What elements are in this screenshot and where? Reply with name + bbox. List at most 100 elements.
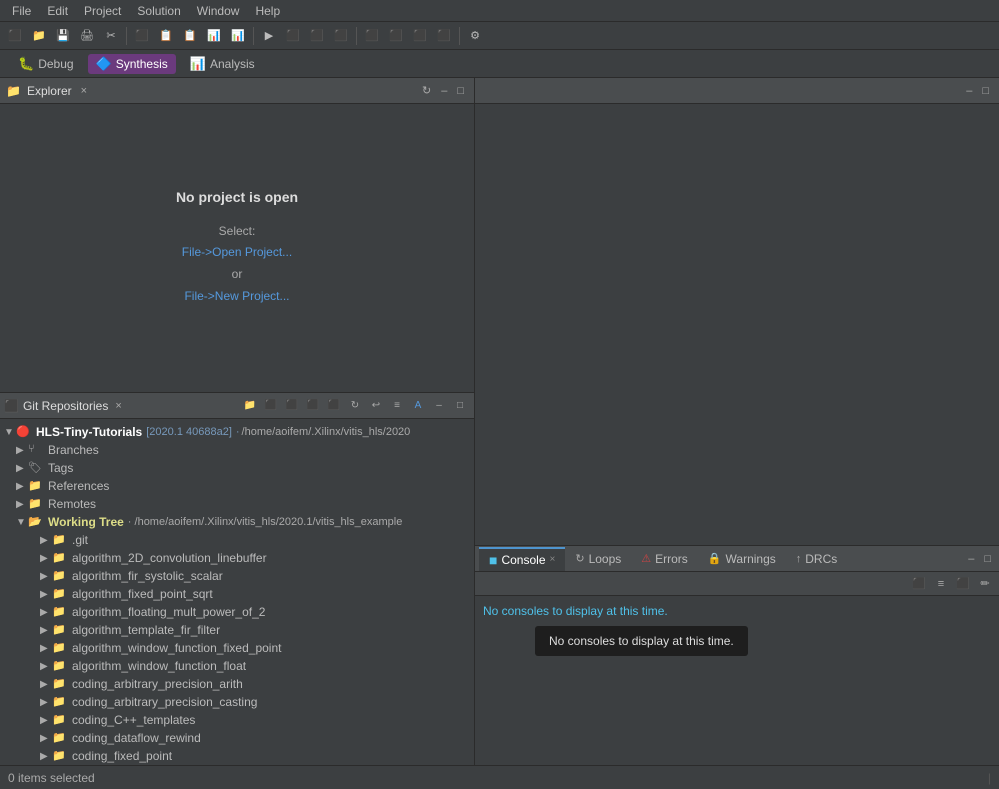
git-folder-item[interactable]: ▶ 📁 .git (0, 531, 474, 549)
right-maximize-btn[interactable]: □ (978, 84, 993, 98)
loops-tab-label: Loops (589, 552, 622, 566)
alg3-item[interactable]: ▶ 📁 algorithm_fixed_point_sqrt (0, 585, 474, 603)
menu-solution[interactable]: Solution (129, 2, 188, 20)
references-item[interactable]: ▶ 📁 References (0, 477, 474, 495)
git-btn-4[interactable]: ⬛ (303, 397, 323, 415)
toolbar-btn-11[interactable]: ▶ (258, 25, 280, 47)
git-maximize-btn[interactable]: □ (450, 397, 470, 415)
toolbar-btn-17[interactable]: ⬛ (409, 25, 431, 47)
cod3-item[interactable]: ▶ 📁 coding_C++_templates (0, 711, 474, 729)
cod2-item[interactable]: ▶ 📁 coding_arbitrary_precision_casting (0, 693, 474, 711)
cod1-label: coding_arbitrary_precision_arith (72, 677, 243, 691)
repo-root-item[interactable]: ▼ 🔴 HLS-Tiny-Tutorials [2020.1 40688a2] … (0, 423, 474, 441)
console-tab-errors[interactable]: ⚠ Errors (631, 549, 698, 569)
console-minimize-btn[interactable]: – (964, 552, 978, 566)
toolbar-btn-4[interactable]: 🖨 (76, 25, 98, 47)
git-btn-link[interactable]: A (408, 397, 428, 415)
right-top-controls: – □ (475, 78, 999, 104)
console-toolbar-btn-4[interactable]: ✏ (975, 575, 995, 593)
toolbar-btn-12[interactable]: ⬛ (282, 25, 304, 47)
toolbar-btn-19[interactable]: ⚙ (464, 25, 486, 47)
explorer-refresh-btn[interactable]: ↻ (418, 83, 435, 98)
menu-help[interactable]: Help (247, 2, 288, 20)
synthesis-tab-label: Synthesis (116, 57, 168, 71)
toolbar-btn-9[interactable]: 📊 (203, 25, 225, 47)
instruction-line1: Select: (182, 221, 292, 243)
toolbar-btn-2[interactable]: 📁 (28, 25, 50, 47)
explorer-close-btn[interactable]: × (78, 84, 90, 98)
git-btn-collapse[interactable]: ≡ (387, 397, 407, 415)
toolbar-btn-18[interactable]: ⬛ (433, 25, 455, 47)
menu-file[interactable]: File (4, 2, 39, 20)
git-close-btn[interactable]: × (112, 399, 124, 413)
git-btn-7[interactable]: ↩ (366, 397, 386, 415)
toolbar-btn-16[interactable]: ⬛ (385, 25, 407, 47)
menu-edit[interactable]: Edit (39, 2, 76, 20)
cod1-item[interactable]: ▶ 📁 coding_arbitrary_precision_arith (0, 675, 474, 693)
git-minimize-btn[interactable]: – (429, 397, 449, 415)
console-toolbar-btn-2[interactable]: ≡ (931, 575, 951, 593)
explorer-maximize-btn[interactable]: □ (453, 83, 468, 98)
toolbar-btn-3[interactable]: 💾 (52, 25, 74, 47)
instruction-line2[interactable]: File->Open Project... (182, 242, 292, 264)
toolbar-sep-4 (459, 27, 460, 45)
tags-item[interactable]: ▶ 🏷 Tags (0, 459, 474, 477)
cod4-item[interactable]: ▶ 📁 coding_dataflow_rewind (0, 729, 474, 747)
console-tab-loops[interactable]: ↻ Loops (565, 549, 631, 569)
console-tab-close[interactable]: × (550, 554, 556, 565)
alg7-item[interactable]: ▶ 📁 algorithm_window_function_float (0, 657, 474, 675)
toolbar-btn-15[interactable]: ⬛ (361, 25, 383, 47)
branches-item[interactable]: ▶ ⑂ Branches (0, 441, 474, 459)
explorer-minimize-btn[interactable]: – (437, 83, 451, 98)
git-arrow: ▶ (40, 535, 52, 546)
instruction-line4[interactable]: File->New Project... (182, 286, 292, 308)
toolbar-btn-5[interactable]: ✂ (100, 25, 122, 47)
menu-project[interactable]: Project (76, 2, 129, 20)
console-tab-controls: – □ (964, 552, 995, 566)
git-btn-1[interactable]: 📁 (240, 397, 260, 415)
git-btn-3[interactable]: ⬛ (282, 397, 302, 415)
toolbar-btn-8[interactable]: 📋 (179, 25, 201, 47)
cod5-arrow: ▶ (40, 751, 52, 762)
console-toolbar-btn-3[interactable]: ⬛ (953, 575, 973, 593)
console-tab-warnings[interactable]: 🔒 Warnings (698, 549, 786, 569)
explorer-title: Explorer (27, 84, 72, 98)
console-tab-console[interactable]: ■ Console × (479, 547, 565, 571)
git-panel: ⬛ Git Repositories × 📁 ⬛ ⬛ ⬛ ⬛ ↻ ↩ ≡ A –… (0, 393, 474, 765)
toolbar-btn-10[interactable]: 📊 (227, 25, 249, 47)
toolbar-btn-14[interactable]: ⬛ (330, 25, 352, 47)
toolbar-btn-7[interactable]: 📋 (155, 25, 177, 47)
menu-window[interactable]: Window (189, 2, 248, 20)
console-tooltip: No consoles to display at this time. (535, 626, 748, 656)
toolbar-btn-13[interactable]: ⬛ (306, 25, 328, 47)
no-project-title: No project is open (176, 189, 298, 205)
explorer-panel: 📁 Explorer × ↻ – □ No project is open Se… (0, 78, 474, 393)
alg6-item[interactable]: ▶ 📁 algorithm_window_function_fixed_poin… (0, 639, 474, 657)
git-btn-2[interactable]: ⬛ (261, 397, 281, 415)
branches-icon: ⑂ (28, 443, 44, 457)
console-maximize-btn[interactable]: □ (980, 552, 995, 566)
remotes-item[interactable]: ▶ 📁 Remotes (0, 495, 474, 513)
tags-label: Tags (48, 461, 73, 475)
console-tab-drcs[interactable]: ↑ DRCs (786, 549, 848, 569)
no-project-instructions: Select: File->Open Project... or File->N… (182, 221, 292, 307)
working-tree-item[interactable]: ▼ 📂 Working Tree · /home/aoifem/.Xilinx/… (0, 513, 474, 531)
alg2-item[interactable]: ▶ 📁 algorithm_fir_systolic_scalar (0, 567, 474, 585)
alg4-item[interactable]: ▶ 📁 algorithm_floating_mult_power_of_2 (0, 603, 474, 621)
tab-debug[interactable]: 🐛 Debug (8, 53, 84, 75)
toolbar-btn-1[interactable]: ⬛ (4, 25, 26, 47)
explorer-folder-icon: 📁 (6, 84, 21, 98)
tab-analysis[interactable]: 📊 Analysis (180, 53, 265, 75)
alg5-item[interactable]: ▶ 📁 algorithm_template_fir_filter (0, 621, 474, 639)
cod2-arrow: ▶ (40, 697, 52, 708)
tab-synthesis[interactable]: 🔷 Synthesis (88, 54, 176, 74)
alg1-item[interactable]: ▶ 📁 algorithm_2D_convolution_linebuffer (0, 549, 474, 567)
cod3-arrow: ▶ (40, 715, 52, 726)
instruction-line3: or (182, 264, 292, 286)
git-btn-5[interactable]: ⬛ (324, 397, 344, 415)
git-btn-6[interactable]: ↻ (345, 397, 365, 415)
cod5-item[interactable]: ▶ 📁 coding_fixed_point (0, 747, 474, 765)
console-toolbar-btn-1[interactable]: ⬛ (909, 575, 929, 593)
right-minimize-btn[interactable]: – (962, 84, 976, 98)
toolbar-btn-6[interactable]: ⬛ (131, 25, 153, 47)
